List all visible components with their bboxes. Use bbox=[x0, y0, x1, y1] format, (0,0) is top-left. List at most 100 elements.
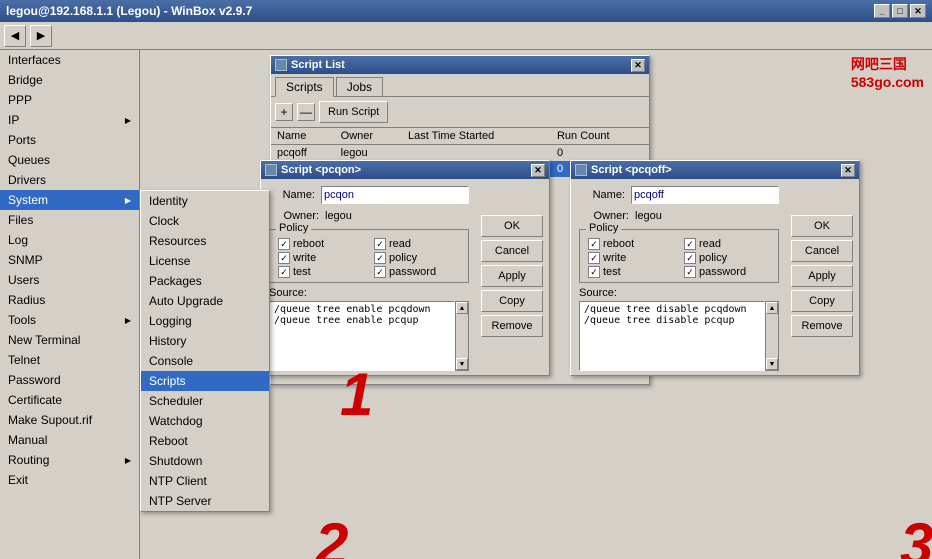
run-script-button[interactable]: Run Script bbox=[319, 101, 388, 123]
badge-2: 2 bbox=[315, 510, 348, 559]
add-script-button[interactable]: + bbox=[275, 103, 293, 121]
submenu-shutdown[interactable]: Shutdown bbox=[141, 451, 269, 471]
policy-reboot-off: ✓ reboot bbox=[588, 238, 674, 250]
pcqon-owner-value: legou bbox=[325, 210, 352, 222]
policy-policy-off-checkbox[interactable]: ✓ bbox=[684, 252, 696, 264]
sidebar-item-exit[interactable]: Exit bbox=[0, 470, 139, 490]
submenu-console[interactable]: Console bbox=[141, 351, 269, 371]
sidebar-item-interfaces[interactable]: Interfaces bbox=[0, 50, 139, 70]
policy-read-checkbox[interactable]: ✓ bbox=[374, 238, 386, 250]
pcqoff-remove-button[interactable]: Remove bbox=[791, 315, 853, 337]
submenu-license[interactable]: License bbox=[141, 251, 269, 271]
policy-policy-checkbox[interactable]: ✓ bbox=[374, 252, 386, 264]
pcqoff-scroll-up[interactable]: ▲ bbox=[766, 302, 778, 314]
pcqoff-policy-legend: Policy bbox=[586, 222, 621, 234]
pcqon-scrollbar: ▲ ▼ bbox=[455, 301, 469, 371]
submenu-reboot[interactable]: Reboot bbox=[141, 431, 269, 451]
sidebar-item-system[interactable]: System bbox=[0, 190, 139, 210]
pcqon-buttons: OK Cancel Apply Copy Remove bbox=[481, 215, 543, 337]
sidebar-item-bridge[interactable]: Bridge bbox=[0, 70, 139, 90]
pcqoff-policy-group: Policy ✓ reboot ✓ read ✓ bbox=[579, 229, 779, 283]
watermark-line2: 583go.com bbox=[851, 74, 924, 90]
sidebar-item-drivers[interactable]: Drivers bbox=[0, 170, 139, 190]
pcqoff-cancel-button[interactable]: Cancel bbox=[791, 240, 853, 262]
remove-script-button[interactable]: — bbox=[297, 103, 315, 121]
policy-password-checkbox[interactable]: ✓ bbox=[374, 266, 386, 278]
pcqon-name-input[interactable] bbox=[321, 186, 469, 204]
back-button[interactable]: ◀ bbox=[4, 25, 26, 47]
pcqoff-ok-button[interactable]: OK bbox=[791, 215, 853, 237]
sidebar-item-telnet[interactable]: Telnet bbox=[0, 350, 139, 370]
pcqoff-apply-button[interactable]: Apply bbox=[791, 265, 853, 287]
submenu-scheduler[interactable]: Scheduler bbox=[141, 391, 269, 411]
policy-read-off-checkbox[interactable]: ✓ bbox=[684, 238, 696, 250]
submenu-clock[interactable]: Clock bbox=[141, 211, 269, 231]
sidebar-item-queues[interactable]: Queues bbox=[0, 150, 139, 170]
sidebar-item-users[interactable]: Users bbox=[0, 270, 139, 290]
sidebar-item-ports[interactable]: Ports bbox=[0, 130, 139, 150]
policy-read: ✓ read bbox=[374, 238, 460, 250]
policy-reboot: ✓ reboot bbox=[278, 238, 364, 250]
pcqoff-copy-button[interactable]: Copy bbox=[791, 290, 853, 312]
sidebar-item-manual[interactable]: Manual bbox=[0, 430, 139, 450]
policy-test-off-checkbox[interactable]: ✓ bbox=[588, 266, 600, 278]
sidebar-item-make-supout[interactable]: Make Supout.rif bbox=[0, 410, 139, 430]
sidebar-item-routing[interactable]: Routing bbox=[0, 450, 139, 470]
pcqoff-titlebar: Script <pcqoff> ✕ bbox=[571, 161, 859, 179]
submenu-ntp-server[interactable]: NTP Server bbox=[141, 491, 269, 511]
pcqoff-name-label: Name: bbox=[579, 189, 625, 201]
sidebar-item-password[interactable]: Password bbox=[0, 370, 139, 390]
sidebar-item-certificate[interactable]: Certificate bbox=[0, 390, 139, 410]
sidebar-item-files[interactable]: Files bbox=[0, 210, 139, 230]
sidebar: Interfaces Bridge PPP IP Ports Queues Dr… bbox=[0, 50, 140, 559]
script-list-toolbar: + — Run Script bbox=[271, 97, 649, 128]
submenu-identity[interactable]: Identity bbox=[141, 191, 269, 211]
pcqon-apply-button[interactable]: Apply bbox=[481, 265, 543, 287]
submenu-history[interactable]: History bbox=[141, 331, 269, 351]
policy-password-off-checkbox[interactable]: ✓ bbox=[684, 266, 696, 278]
policy-write-off-checkbox[interactable]: ✓ bbox=[588, 252, 600, 264]
submenu-logging[interactable]: Logging bbox=[141, 311, 269, 331]
sidebar-item-new-terminal[interactable]: New Terminal bbox=[0, 330, 139, 350]
pcqon-policy-group: Policy ✓ reboot ✓ read ✓ bbox=[269, 229, 469, 283]
pcqon-scroll-up[interactable]: ▲ bbox=[456, 302, 468, 314]
pcqon-cancel-button[interactable]: Cancel bbox=[481, 240, 543, 262]
pcqon-copy-button[interactable]: Copy bbox=[481, 290, 543, 312]
table-row[interactable]: pcqoff legou 0 bbox=[271, 145, 649, 162]
script-pcqon-window: Script <pcqon> ✕ OK Cancel Apply Copy Re… bbox=[260, 160, 550, 376]
minimize-button[interactable]: _ bbox=[874, 4, 890, 18]
sidebar-item-radius[interactable]: Radius bbox=[0, 290, 139, 310]
sidebar-item-ip[interactable]: IP bbox=[0, 110, 139, 130]
pcqoff-scroll-down[interactable]: ▼ bbox=[766, 358, 778, 370]
pcqon-remove-button[interactable]: Remove bbox=[481, 315, 543, 337]
sidebar-item-tools[interactable]: Tools bbox=[0, 310, 139, 330]
forward-button[interactable]: ▶ bbox=[30, 25, 52, 47]
submenu-resources[interactable]: Resources bbox=[141, 231, 269, 251]
maximize-button[interactable]: □ bbox=[892, 4, 908, 18]
submenu-ntp-client[interactable]: NTP Client bbox=[141, 471, 269, 491]
pcqoff-name-input[interactable] bbox=[631, 186, 779, 204]
pcqon-close[interactable]: ✕ bbox=[531, 164, 545, 177]
policy-test-checkbox[interactable]: ✓ bbox=[278, 266, 290, 278]
policy-password-off: ✓ password bbox=[684, 266, 770, 278]
policy-reboot-checkbox[interactable]: ✓ bbox=[278, 238, 290, 250]
policy-reboot-off-checkbox[interactable]: ✓ bbox=[588, 238, 600, 250]
pcqoff-close[interactable]: ✕ bbox=[841, 164, 855, 177]
policy-write-checkbox[interactable]: ✓ bbox=[278, 252, 290, 264]
pcqoff-source-text[interactable]: /queue tree disable pcqdown/queue tree d… bbox=[579, 301, 765, 371]
sidebar-item-log[interactable]: Log bbox=[0, 230, 139, 250]
sidebar-item-snmp[interactable]: SNMP bbox=[0, 250, 139, 270]
pcqon-ok-button[interactable]: OK bbox=[481, 215, 543, 237]
submenu-packages[interactable]: Packages bbox=[141, 271, 269, 291]
policy-test-off: ✓ test bbox=[588, 266, 674, 278]
submenu-auto-upgrade[interactable]: Auto Upgrade bbox=[141, 291, 269, 311]
sidebar-item-ppp[interactable]: PPP bbox=[0, 90, 139, 110]
close-button[interactable]: ✕ bbox=[910, 4, 926, 18]
pcqon-scroll-down[interactable]: ▼ bbox=[456, 358, 468, 370]
submenu-watchdog[interactable]: Watchdog bbox=[141, 411, 269, 431]
tab-jobs[interactable]: Jobs bbox=[336, 77, 383, 96]
script-list-close[interactable]: ✕ bbox=[631, 59, 645, 72]
tab-scripts[interactable]: Scripts bbox=[275, 77, 334, 97]
submenu-scripts[interactable]: Scripts bbox=[141, 371, 269, 391]
window-icon bbox=[275, 59, 287, 71]
